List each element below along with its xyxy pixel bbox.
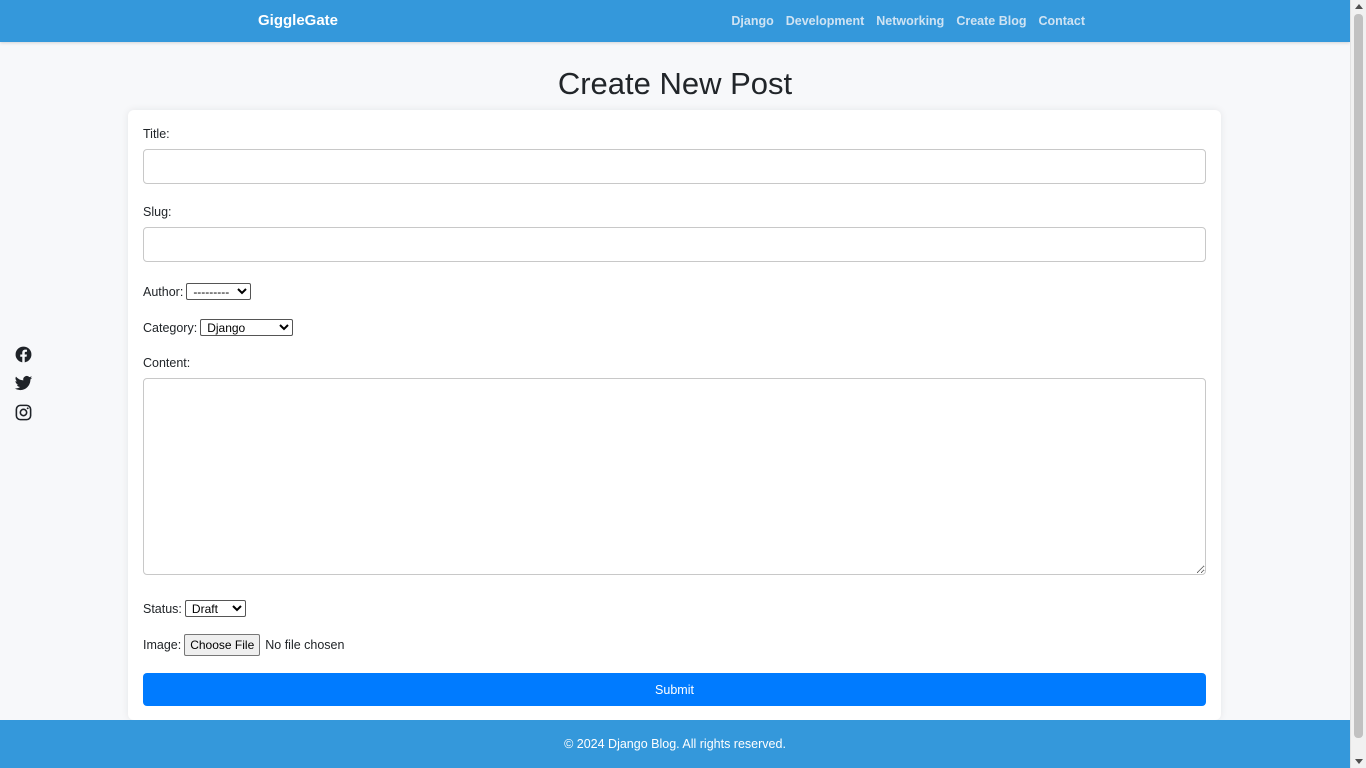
nav-link-networking[interactable]: Networking — [876, 14, 944, 28]
image-label: Image: — [143, 638, 182, 652]
category-label: Category: — [143, 320, 198, 335]
nav-link-development[interactable]: Development — [786, 14, 865, 28]
submit-button[interactable]: Submit — [143, 673, 1206, 706]
nav-links: Django Development Networking Create Blo… — [731, 14, 1085, 28]
nav-link-create-blog[interactable]: Create Blog — [956, 14, 1026, 28]
page-title: Create New Post — [557, 66, 793, 101]
image-row: Image: Choose File No file chosen — [143, 634, 344, 656]
category-select[interactable]: Django — [200, 319, 294, 336]
create-post-form: Title: Slug: Author: --------- Category:… — [128, 110, 1221, 720]
scrollbar-thumb[interactable] — [1354, 14, 1363, 738]
scroll-down-arrow-icon[interactable] — [1355, 759, 1363, 764]
title-input[interactable] — [143, 149, 1206, 184]
content-textarea[interactable] — [143, 378, 1206, 575]
status-row: Status: Draft — [143, 600, 246, 617]
status-select[interactable]: Draft — [184, 600, 246, 617]
facebook-icon[interactable] — [14, 345, 33, 364]
social-links — [14, 345, 33, 422]
vertical-scrollbar[interactable] — [1350, 0, 1366, 768]
slug-label: Slug: — [143, 205, 172, 219]
author-row: Author: --------- — [143, 283, 252, 300]
choose-file-button[interactable]: Choose File — [184, 634, 261, 656]
nav-link-contact[interactable]: Contact — [1038, 14, 1085, 28]
footer-copyright: © 2024 Django Blog. All rights reserved. — [564, 737, 786, 751]
top-navbar: GiggleGate Django Development Networking… — [0, 0, 1350, 42]
content-label: Content: — [143, 356, 191, 370]
title-label: Title: — [143, 127, 170, 141]
author-label: Author: — [143, 284, 184, 299]
slug-input[interactable] — [143, 227, 1206, 262]
author-select[interactable]: --------- — [186, 283, 252, 300]
twitter-icon[interactable] — [14, 374, 33, 393]
brand-logo-link[interactable]: GiggleGate — [258, 12, 338, 29]
file-status-text: No file chosen — [265, 638, 345, 652]
footer: © 2024 Django Blog. All rights reserved. — [0, 720, 1350, 768]
scroll-up-arrow-icon[interactable] — [1355, 4, 1363, 9]
instagram-icon[interactable] — [14, 403, 33, 422]
nav-link-django[interactable]: Django — [731, 14, 773, 28]
category-row: Category: Django — [143, 319, 294, 336]
status-label: Status: — [143, 601, 182, 616]
